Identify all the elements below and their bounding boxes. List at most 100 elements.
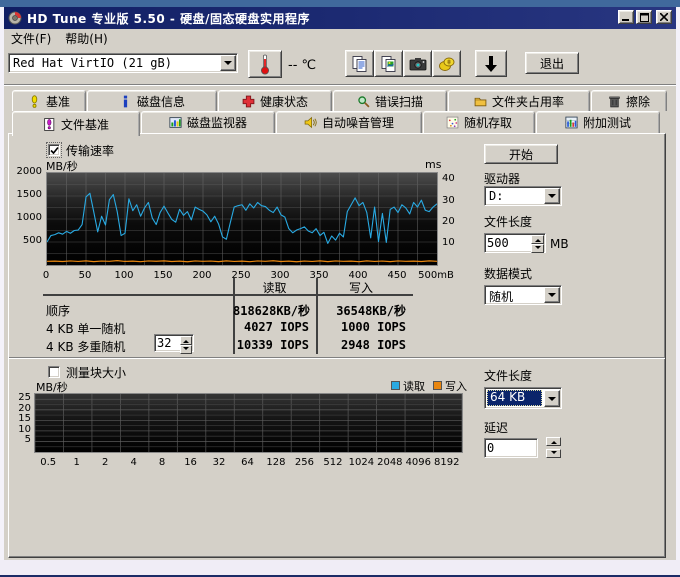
tab-磁盘信息[interactable]: 磁盘信息 bbox=[87, 90, 217, 111]
block-size-chart bbox=[34, 393, 463, 453]
tab-健康状态[interactable]: 健康状态 bbox=[218, 90, 332, 111]
file-length-spinner[interactable] bbox=[484, 233, 546, 253]
table-header-rule bbox=[43, 294, 413, 296]
drive-combo[interactable]: D: bbox=[484, 186, 562, 206]
temperature-button[interactable] bbox=[248, 50, 282, 78]
cross-red-icon bbox=[242, 95, 255, 108]
delay-field[interactable] bbox=[484, 438, 538, 458]
exit-button[interactable]: 退出 bbox=[525, 52, 579, 74]
main-chart-xtick: 400 bbox=[336, 270, 380, 281]
transfer-rate-checkbox-label: 传输速率 bbox=[66, 142, 114, 159]
health-save-button[interactable] bbox=[432, 50, 461, 77]
tab-label: 文件夹占用率 bbox=[492, 93, 564, 110]
title-bar[interactable]: HD Tune 专业版 5.50 - 硬盘/固态硬盘实用程序 bbox=[4, 7, 676, 29]
tab-label: 擦除 bbox=[626, 93, 650, 110]
row-label: 顺序 bbox=[46, 302, 70, 319]
copy-image-button[interactable] bbox=[374, 50, 403, 77]
window-frame-left bbox=[0, 7, 4, 577]
main-chart-ms-tick: 30 bbox=[442, 195, 455, 206]
tab-label: 自动噪音管理 bbox=[322, 114, 394, 131]
copy-image-icon bbox=[380, 55, 398, 73]
delay-label: 延迟 bbox=[484, 419, 508, 436]
drive-select-value: Red Hat VirtIO (21 gB) bbox=[13, 56, 172, 70]
maximize-button[interactable] bbox=[636, 10, 652, 24]
block-file-length-value: 64 KB bbox=[487, 390, 542, 406]
block-file-length-dropdown-button[interactable] bbox=[544, 390, 560, 407]
main-chart-xtick: 0 bbox=[24, 270, 68, 281]
transfer-rate-checkbox[interactable] bbox=[48, 144, 60, 156]
main-chart-ms-tick: 10 bbox=[442, 237, 455, 248]
queue-depth-input[interactable] bbox=[157, 336, 177, 349]
write-value: 1000 IOPS bbox=[316, 320, 406, 334]
delay-input[interactable] bbox=[487, 440, 533, 455]
file-length-down-button[interactable] bbox=[531, 244, 544, 253]
tab-label: 文件基准 bbox=[61, 116, 109, 133]
block-file-length-label: 文件长度 bbox=[484, 367, 532, 384]
queue-up-button[interactable] bbox=[180, 336, 192, 345]
down-arrow-icon bbox=[183, 347, 189, 353]
close-button[interactable] bbox=[656, 10, 672, 24]
tab-磁盘监视器[interactable]: 磁盘监视器 bbox=[141, 111, 275, 133]
minimize-button[interactable] bbox=[618, 10, 634, 24]
main-chart-ytick: 500 bbox=[9, 235, 42, 246]
down-arrow-icon bbox=[551, 451, 557, 457]
tab-文件夹占用率[interactable]: 文件夹占用率 bbox=[448, 90, 590, 111]
tab-label: 附加测试 bbox=[583, 114, 631, 131]
block-chart-ytick: 10 bbox=[9, 424, 31, 435]
queue-down-button[interactable] bbox=[180, 345, 192, 354]
monitor-bars-icon bbox=[169, 116, 182, 129]
tab-随机存取[interactable]: 随机存取 bbox=[423, 111, 535, 133]
transfer-rate-chart bbox=[46, 172, 438, 266]
block-file-length-combo[interactable]: 64 KB bbox=[484, 387, 562, 409]
file-length-up-button[interactable] bbox=[531, 235, 544, 244]
main-chart-xtick: 300 bbox=[258, 270, 302, 281]
copy-text-button[interactable] bbox=[345, 50, 374, 77]
exclaim-yellow-icon bbox=[28, 95, 41, 108]
main-chart-xtick: 200 bbox=[180, 270, 224, 281]
main-chart-ms-tick: 20 bbox=[442, 216, 455, 227]
chevron-down-icon bbox=[548, 397, 556, 405]
block-chart-ytick: 25 bbox=[9, 392, 31, 403]
tab-label: 随机存取 bbox=[464, 114, 512, 131]
delay-up-button[interactable] bbox=[546, 437, 561, 446]
file-length-input[interactable] bbox=[487, 235, 525, 250]
window-frame-right bbox=[676, 7, 680, 577]
queue-depth-spinner[interactable] bbox=[154, 334, 194, 352]
tab-自动噪音管理[interactable]: 自动噪音管理 bbox=[276, 111, 422, 133]
close-icon bbox=[660, 13, 668, 21]
drive-select-dropdown-button[interactable] bbox=[220, 55, 236, 71]
tab-错误扫描[interactable]: 错误扫描 bbox=[333, 90, 447, 111]
menu-file[interactable]: 文件(F) bbox=[4, 28, 58, 49]
block-size-checkbox[interactable] bbox=[48, 366, 60, 378]
data-mode-dropdown-button[interactable] bbox=[544, 287, 560, 303]
thermometer-icon bbox=[259, 53, 271, 75]
minimize-icon bbox=[622, 13, 630, 21]
legend-write-label: 写入 bbox=[445, 378, 467, 394]
start-button[interactable]: 开始 bbox=[484, 144, 558, 164]
tab-基准[interactable]: 基准 bbox=[12, 90, 86, 111]
menu-bar: 文件(F) 帮助(H) bbox=[4, 29, 676, 47]
drive-select[interactable]: Red Hat VirtIO (21 gB) bbox=[8, 53, 238, 73]
tab-附加测试[interactable]: 附加测试 bbox=[536, 111, 660, 133]
delay-down-button[interactable] bbox=[546, 449, 561, 458]
chevron-down-icon bbox=[224, 61, 232, 69]
screenshot-button[interactable] bbox=[403, 50, 432, 77]
tab-擦除[interactable]: 擦除 bbox=[591, 90, 667, 111]
save-results-button[interactable] bbox=[475, 50, 507, 77]
main-chart-ms-tick: 40 bbox=[442, 173, 455, 184]
drive-combo-dropdown-button[interactable] bbox=[544, 188, 560, 204]
chart-grid-icon bbox=[565, 116, 578, 129]
app-icon bbox=[8, 11, 22, 25]
main-chart-ytick: 1000 bbox=[9, 212, 42, 223]
menu-help[interactable]: 帮助(H) bbox=[58, 28, 114, 49]
speaker-icon bbox=[304, 116, 317, 129]
read-value: 10339 IOPS bbox=[233, 338, 309, 352]
check-icon bbox=[50, 146, 59, 155]
table-row: 4 KB 单一随机4027 IOPS1000 IOPS bbox=[9, 319, 667, 337]
file-length-label: 文件长度 bbox=[484, 213, 532, 230]
data-mode-combo[interactable]: 随机 bbox=[484, 285, 562, 305]
legend-read-swatch bbox=[391, 381, 400, 390]
start-label: 开始 bbox=[509, 146, 533, 163]
block-chart-ytick: 20 bbox=[9, 403, 31, 414]
tab-文件基准[interactable]: 文件基准 bbox=[12, 111, 140, 136]
